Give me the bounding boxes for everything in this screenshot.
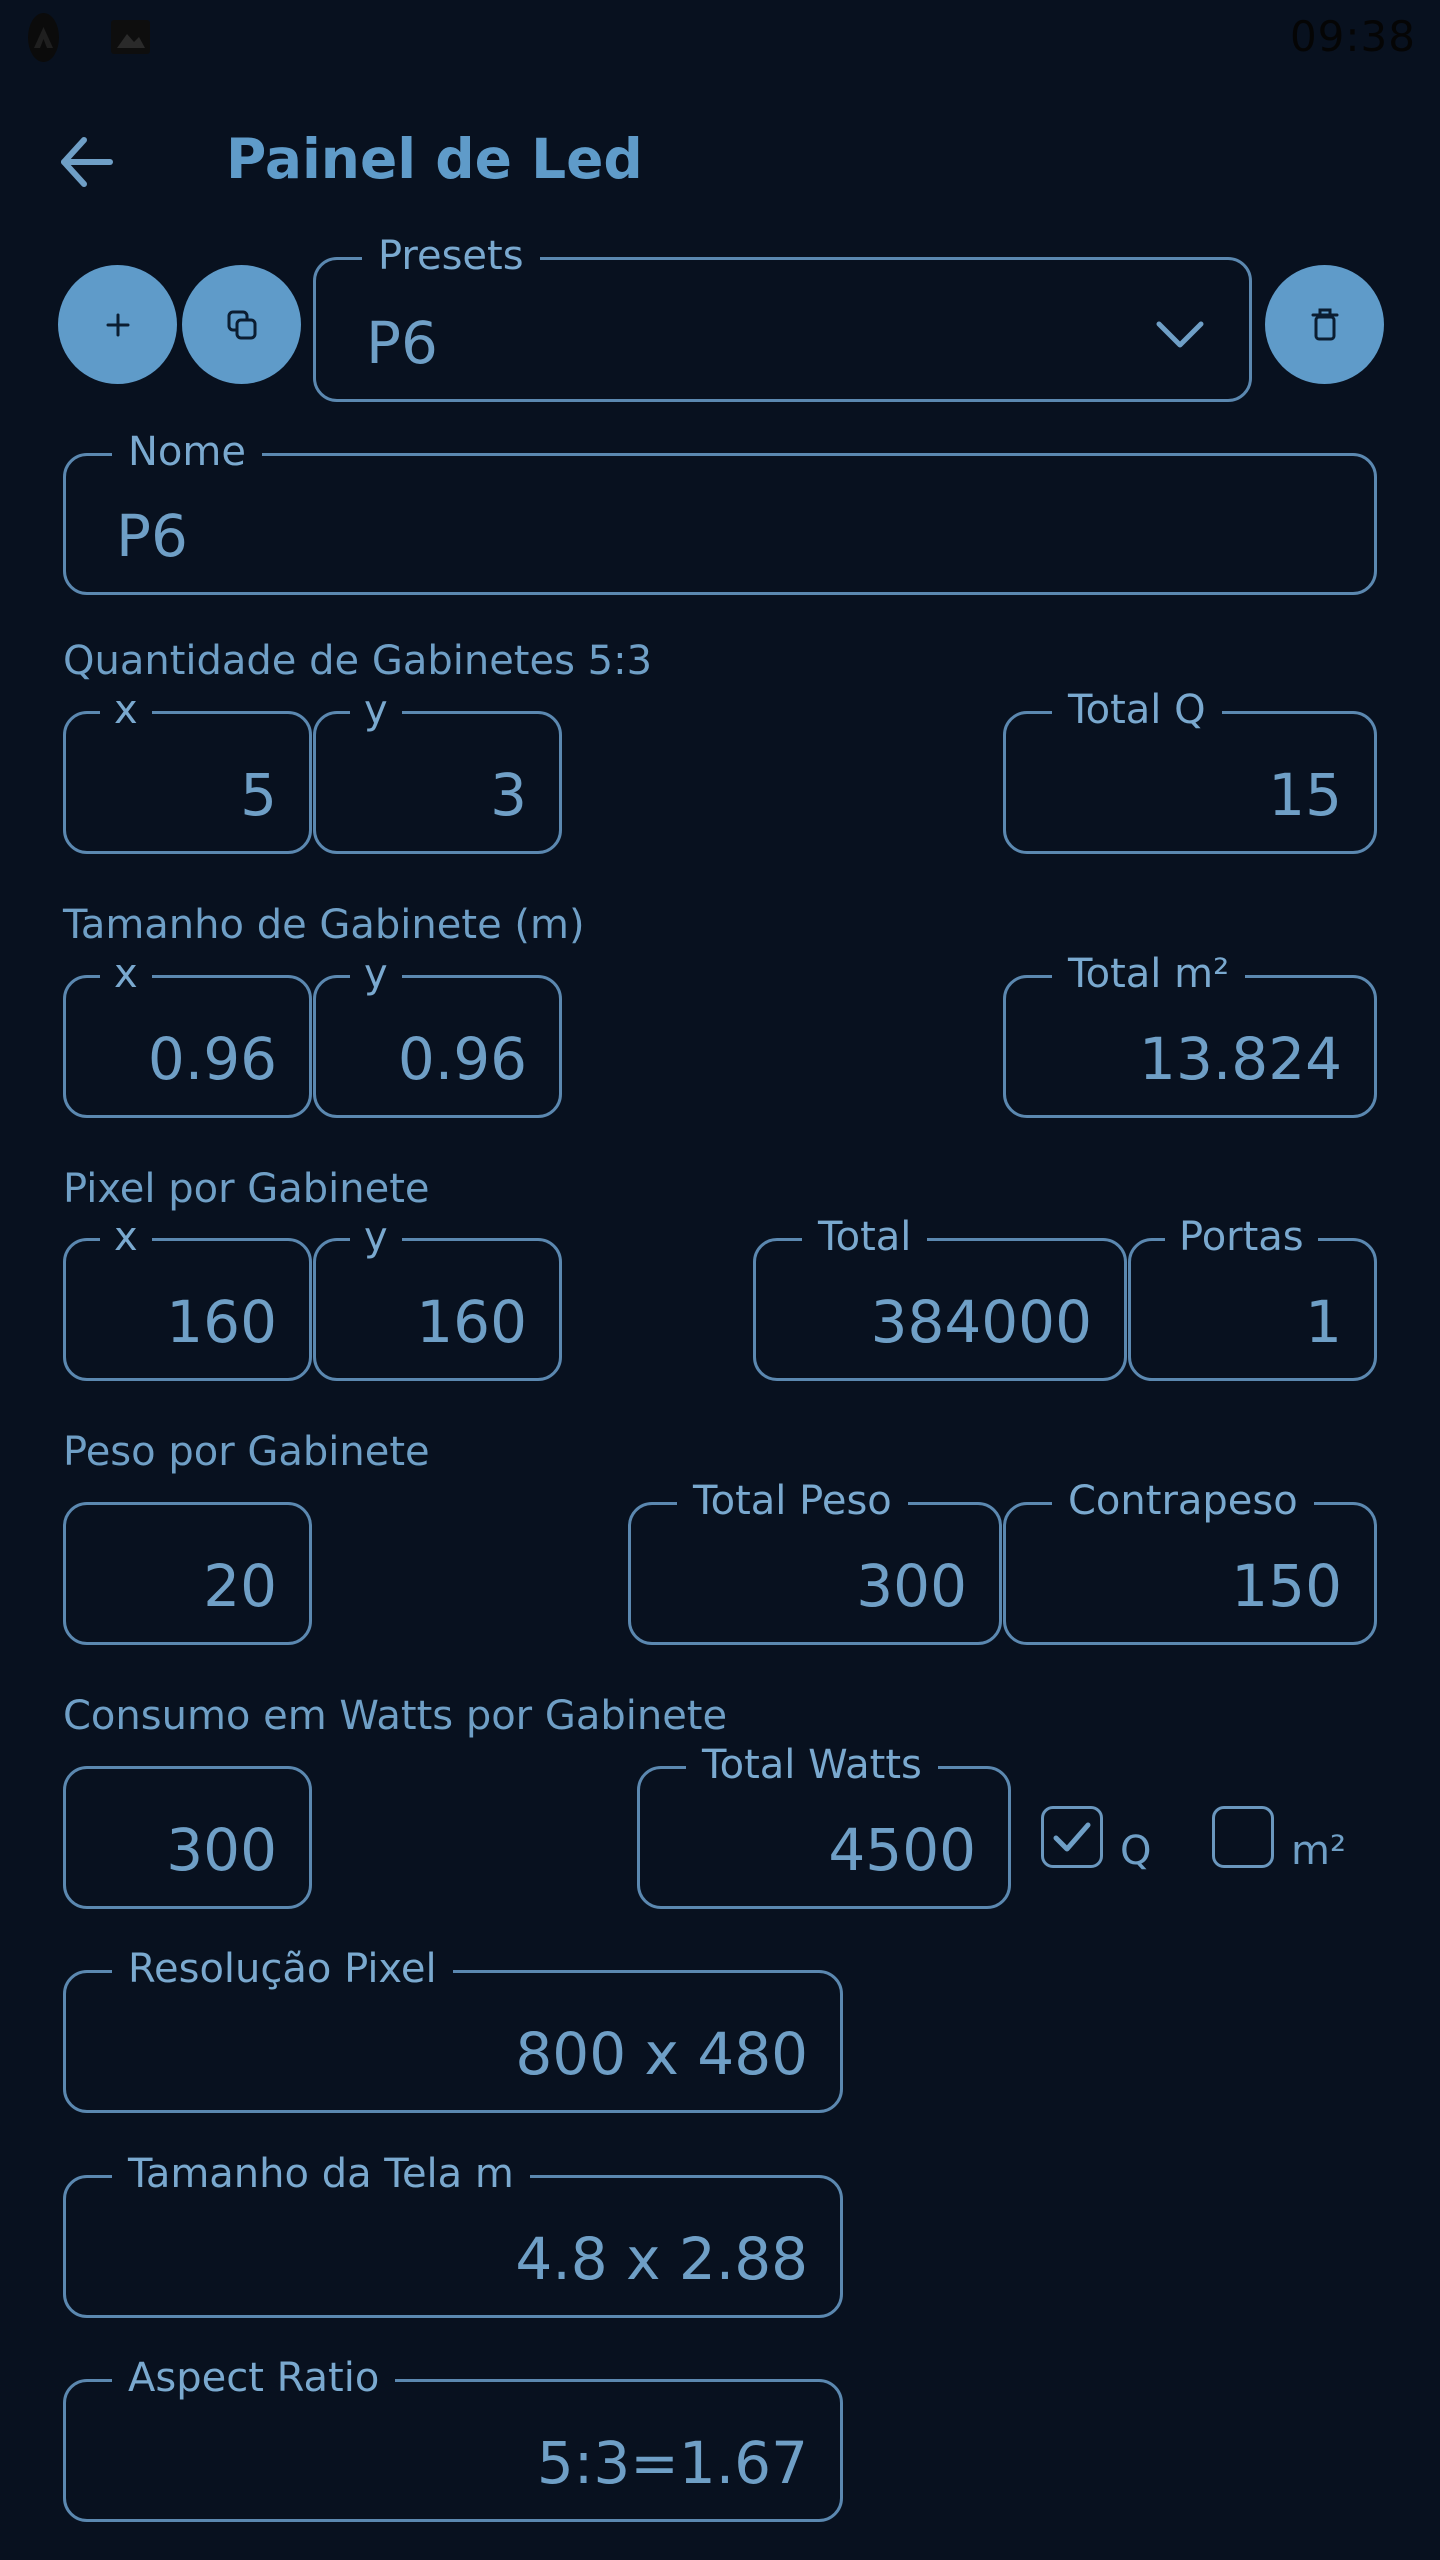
add-preset-button[interactable]: [58, 265, 177, 384]
tamanho-tela-value: 4.8 x 2.88: [515, 2225, 808, 2293]
quantidade-y-label: y: [350, 688, 402, 732]
tamanho-y-label: y: [350, 952, 402, 996]
pixel-total-value: 384000: [870, 1288, 1092, 1356]
pixel-y-value: 160: [416, 1288, 527, 1356]
image-notification-icon: [111, 20, 150, 54]
tamanho-tela-label: Tamanho da Tela m: [112, 2152, 530, 2196]
trash-icon: [1311, 308, 1338, 340]
total-q-label: Total Q: [1052, 688, 1222, 732]
contrapeso-label: Contrapeso: [1052, 1479, 1314, 1523]
copy-preset-button[interactable]: [182, 265, 301, 384]
aspect-ratio-field: Aspect Ratio 5:3=1.67: [63, 2356, 843, 2522]
quantidade-x-field[interactable]: x 5: [63, 688, 312, 854]
total-m2-field: Total m² 13.824: [1003, 952, 1377, 1118]
total-q-value: 15: [1268, 761, 1342, 829]
portas-value: 1: [1305, 1288, 1342, 1356]
resolucao-label: Resolução Pixel: [112, 1947, 453, 1991]
tamanho-y-field[interactable]: y 0.96: [313, 952, 562, 1118]
status-time: 09:38: [1289, 12, 1416, 61]
pixel-y-field[interactable]: y 160: [313, 1215, 562, 1381]
checkbox-q[interactable]: [1041, 1806, 1103, 1868]
nome-field[interactable]: Nome P6: [63, 430, 1377, 595]
consumo-value: 300: [166, 1816, 277, 1884]
total-peso-value: 300: [856, 1552, 967, 1620]
checkbox-m2-label: m²: [1291, 1828, 1346, 1874]
total-peso-label: Total Peso: [677, 1479, 908, 1523]
pixel-y-label: y: [350, 1215, 402, 1259]
back-button[interactable]: [58, 130, 118, 190]
pixel-x-label: x: [100, 1215, 152, 1259]
tamanho-section-label: Tamanho de Gabinete (m): [63, 902, 585, 948]
total-m2-label: Total m²: [1052, 952, 1246, 996]
tamanho-tela-field: Tamanho da Tela m 4.8 x 2.88: [63, 2152, 843, 2318]
presets-value: P6: [366, 309, 438, 377]
pixel-section-label: Pixel por Gabinete: [63, 1166, 430, 1212]
quantidade-y-value: 3: [490, 761, 527, 829]
total-watts-label: Total Watts: [686, 1743, 938, 1787]
chevron-down-icon: [1156, 321, 1204, 348]
total-m2-value: 13.824: [1139, 1025, 1342, 1093]
checkbox-m2[interactable]: [1212, 1806, 1274, 1868]
quantidade-x-value: 5: [240, 761, 277, 829]
app-notification-icon: [28, 13, 59, 62]
consumo-field[interactable]: 300: [63, 1766, 312, 1909]
consumo-section-label: Consumo em Watts por Gabinete: [63, 1693, 728, 1739]
arrow-left-icon: [61, 137, 113, 187]
quantidade-x-label: x: [100, 688, 152, 732]
total-watts-field: Total Watts 4500: [637, 1743, 1011, 1909]
delete-preset-button[interactable]: [1265, 265, 1384, 384]
tamanho-x-label: x: [100, 952, 152, 996]
total-peso-field: Total Peso 300: [628, 1479, 1002, 1645]
pixel-x-value: 160: [166, 1288, 277, 1356]
tamanho-x-field[interactable]: x 0.96: [63, 952, 312, 1118]
presets-dropdown[interactable]: Presets P6: [313, 234, 1252, 402]
portas-label: Portas: [1165, 1215, 1318, 1259]
contrapeso-value: 150: [1231, 1552, 1342, 1620]
portas-field[interactable]: Portas 1: [1128, 1215, 1377, 1381]
checkbox-q-label: Q: [1120, 1828, 1152, 1874]
total-q-field: Total Q 15: [1003, 688, 1377, 854]
peso-value: 20: [203, 1552, 277, 1620]
aspect-ratio-label: Aspect Ratio: [112, 2356, 396, 2400]
nome-value: P6: [116, 502, 188, 570]
aspect-ratio-value: 5:3=1.67: [536, 2429, 808, 2497]
pixel-total-label: Total: [802, 1215, 928, 1259]
copy-icon: [227, 310, 256, 339]
nome-label: Nome: [112, 430, 262, 474]
contrapeso-field: Contrapeso 150: [1003, 1479, 1377, 1645]
pixel-x-field[interactable]: x 160: [63, 1215, 312, 1381]
pixel-total-field: Total 384000: [753, 1215, 1127, 1381]
presets-label: Presets: [362, 234, 540, 278]
quantidade-section-label: Quantidade de Gabinetes 5:3: [63, 638, 653, 684]
peso-field[interactable]: 20: [63, 1502, 312, 1645]
resolucao-field: Resolução Pixel 800 x 480: [63, 1947, 843, 2113]
check-icon: [1053, 1822, 1091, 1852]
peso-section-label: Peso por Gabinete: [63, 1429, 430, 1475]
quantidade-y-field[interactable]: y 3: [313, 688, 562, 854]
resolucao-value: 800 x 480: [515, 2020, 808, 2088]
tamanho-y-value: 0.96: [397, 1025, 527, 1093]
total-watts-value: 4500: [828, 1816, 976, 1884]
tamanho-x-value: 0.96: [147, 1025, 277, 1093]
page-title: Painel de Led: [226, 127, 643, 191]
plus-icon: [106, 313, 129, 336]
